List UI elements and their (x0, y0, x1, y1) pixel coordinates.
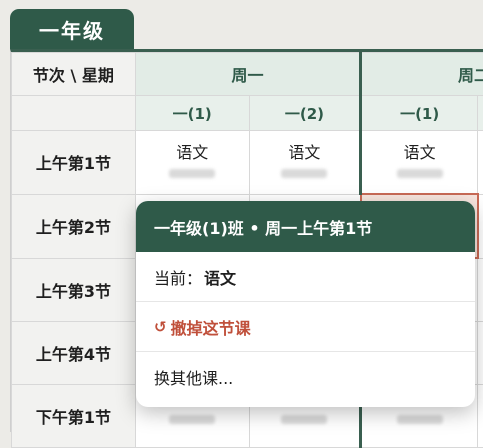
schedule-cell[interactable] (477, 257, 483, 322)
corner-header: 节次 \ 星期 (11, 52, 136, 96)
cell-content-blurred (281, 414, 328, 424)
schedule-cell[interactable] (477, 321, 483, 385)
schedule-cell[interactable]: 语文 (134, 130, 250, 195)
class-header: 一(1) (359, 95, 479, 131)
popup-title: 一年级(1)班 • 周一上午第1节 (136, 201, 475, 252)
cell-content-blurred (169, 414, 216, 424)
undo-icon: ↺ (154, 317, 167, 336)
class-header: 一(1) (134, 95, 250, 131)
class-header (477, 95, 483, 131)
teacher-name-blurred (396, 168, 443, 178)
grade-tab[interactable]: 一年级 (10, 9, 134, 49)
day-header-mon: 周一 (134, 52, 362, 96)
class-header: 一(2) (248, 95, 362, 131)
current-subject: 语文 (204, 268, 237, 288)
teacher-name-blurred (169, 168, 216, 178)
remove-lesson-button[interactable]: ↺ 撤掉这节课 (136, 302, 475, 352)
schedule-cell[interactable] (477, 384, 483, 448)
lesson-action-popup: 一年级(1)班 • 周一上午第1节 当前： 语文 ↺ 撤掉这节课 换其他课... (136, 201, 475, 407)
remove-lesson-label: 撤掉这节课 (170, 318, 251, 338)
schedule-cell[interactable]: 语文 (359, 130, 479, 195)
swap-lesson-label: 换其他课... (154, 368, 234, 388)
teacher-name-blurred (281, 168, 328, 178)
swap-lesson-button[interactable]: 换其他课... (136, 352, 475, 401)
schedule-cell[interactable] (477, 130, 483, 195)
corner-blank (11, 95, 136, 131)
cell-content-blurred (396, 414, 443, 424)
current-lesson-row: 当前： 语文 (136, 252, 475, 302)
period-label: 上午第1节 (11, 130, 136, 195)
period-label: 上午第3节 (11, 257, 136, 322)
current-label: 当前： (154, 268, 203, 288)
schedule-cell[interactable]: 语文 (248, 130, 362, 195)
schedule-cell[interactable] (477, 193, 483, 259)
period-label: 上午第4节 (11, 321, 136, 385)
period-label: 上午第2节 (11, 193, 136, 259)
day-header-tue: 周二 (359, 52, 483, 96)
period-label: 下午第1节 (11, 384, 136, 448)
